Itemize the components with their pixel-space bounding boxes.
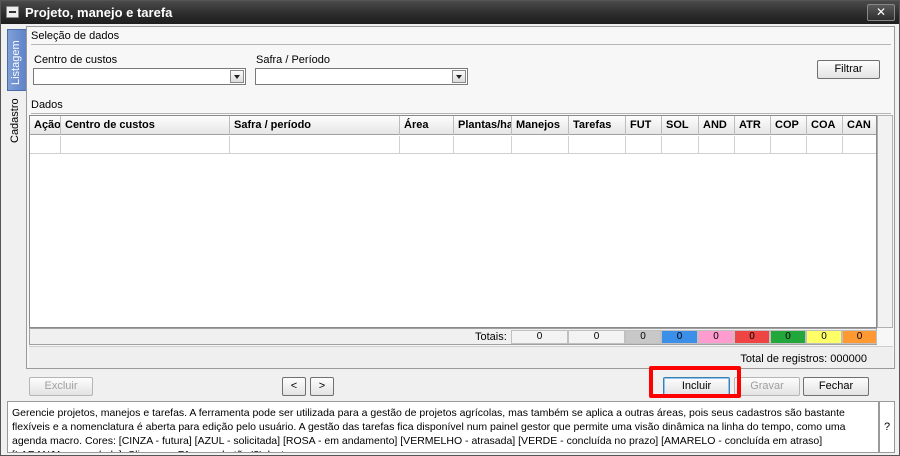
col-header-plantas-ha[interactable]: Plantas/ha [454,116,512,135]
tab-cadastro[interactable]: Cadastro [7,93,27,147]
table-header: Ação Centro de custos Safra / período Ár… [30,116,878,135]
col-header-atr[interactable]: ATR [735,116,771,135]
row-cell-can[interactable] [843,136,878,154]
save-button[interactable]: Gravar [734,377,800,396]
close-button[interactable]: Fechar [803,377,869,396]
main-window: Projeto, manejo e tarefa ✕ Listagem Cada… [0,0,900,456]
col-header-fut[interactable]: FUT [626,116,662,135]
total-tarefas: 0 [568,330,625,344]
chevron-down-icon[interactable] [230,70,244,83]
help-text-box: Gerencie projetos, manejos e tarefas. A … [7,401,879,453]
previous-record-button[interactable]: < [282,377,306,396]
total-records: Total de registros: 000000 [740,353,867,365]
col-header-manejos[interactable]: Manejos [512,116,569,135]
tab-listagem[interactable]: Listagem [7,29,27,91]
title-bar: Projeto, manejo e tarefa ✕ [1,1,899,24]
col-header-safra-periodo[interactable]: Safra / período [230,116,400,135]
row-cell-tarefas[interactable] [569,136,626,154]
row-cell-area[interactable] [400,136,454,154]
tab-cadastro-label: Cadastro [9,98,21,143]
cost-center-select[interactable] [33,68,246,85]
row-cell-coa[interactable] [807,136,843,154]
tab-listagem-label: Listagem [10,40,22,85]
total-coa: 0 [806,330,842,344]
totals-row: Totais: 0 0 0 0 0 0 0 0 0 [29,328,877,345]
total-and: 0 [698,330,734,344]
table-vertical-scrollbar[interactable] [877,115,893,328]
filter-button[interactable]: Filtrar [817,60,880,79]
col-header-sol[interactable]: SOL [662,116,699,135]
data-divider [31,113,891,114]
row-cell-safra-periodo[interactable] [230,136,400,154]
data-group-title: Dados [31,99,63,111]
season-select[interactable] [255,68,468,85]
selection-divider [31,44,891,45]
include-highlight-box [649,366,741,398]
col-header-cop[interactable]: COP [771,116,807,135]
total-cop: 0 [770,330,806,344]
window-title: Projeto, manejo e tarefa [25,5,173,20]
col-header-centro-custos[interactable]: Centro de custos [61,116,230,135]
col-header-and[interactable]: AND [699,116,735,135]
total-can: 0 [842,330,877,344]
col-header-coa[interactable]: COA [807,116,843,135]
row-cell-sol[interactable] [662,136,699,154]
table-row[interactable] [30,136,876,154]
total-sol: 0 [661,330,698,344]
total-atr: 0 [734,330,770,344]
row-cell-fut[interactable] [626,136,662,154]
row-cell-atr[interactable] [735,136,771,154]
row-cell-manejos[interactable] [512,136,569,154]
col-header-can[interactable]: CAN [843,116,878,135]
next-record-button[interactable]: > [310,377,334,396]
row-cell-cop[interactable] [771,136,807,154]
chevron-down-icon[interactable] [452,70,466,83]
selection-group-title: Seleção de dados [31,30,120,42]
data-table[interactable]: Ação Centro de custos Safra / período Ár… [29,115,878,328]
window-menu-icon[interactable] [6,6,19,18]
record-status-bar: Total de registros: 000000 [29,346,893,368]
row-cell-acao[interactable] [30,136,61,154]
col-header-tarefas[interactable]: Tarefas [569,116,626,135]
col-header-area[interactable]: Área [400,116,454,135]
delete-button[interactable]: Excluir [29,377,93,396]
totals-label: Totais: [475,331,507,343]
season-label: Safra / Período [256,54,330,66]
cost-center-label: Centro de custos [34,54,118,66]
listing-panel: Seleção de dados Centro de custos Safra … [26,26,895,369]
close-window-button[interactable]: ✕ [867,4,895,21]
help-button[interactable]: ? [879,401,895,453]
row-cell-centro-custos[interactable] [61,136,230,154]
row-cell-and[interactable] [699,136,735,154]
total-manejos: 0 [511,330,568,344]
total-fut: 0 [625,330,661,344]
row-cell-plantas-ha[interactable] [454,136,512,154]
col-header-acao[interactable]: Ação [30,116,61,135]
